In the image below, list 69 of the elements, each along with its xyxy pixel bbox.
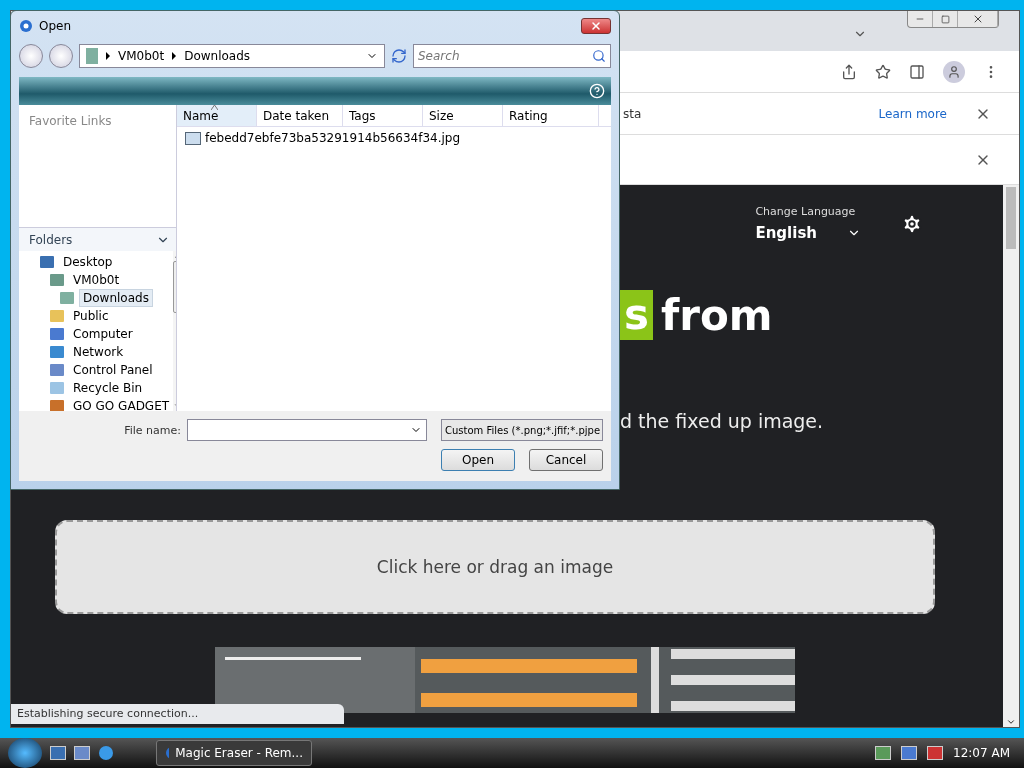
- small-icon: [49, 327, 65, 341]
- folder-tree-item[interactable]: Network: [69, 343, 128, 361]
- folder-tree-item[interactable]: Desktop: [59, 253, 117, 271]
- help-icon[interactable]: [589, 83, 605, 99]
- monitor-icon: [39, 255, 55, 269]
- small-icon: [49, 399, 65, 411]
- small-icon: [49, 345, 65, 359]
- volume-muted-icon[interactable]: [927, 746, 944, 760]
- headline: from: [661, 290, 773, 340]
- folder-tree-item[interactable]: Public: [69, 307, 113, 325]
- bin-icon: [49, 381, 65, 395]
- settings-icon[interactable]: [901, 212, 923, 235]
- cancel-button[interactable]: Cancel: [529, 449, 603, 471]
- back-button[interactable]: [19, 44, 43, 68]
- small-icon: [49, 363, 65, 377]
- file-name-label: File name:: [124, 423, 181, 437]
- close-icon: [590, 20, 602, 32]
- subtitle: d the fixed up image.: [620, 410, 825, 432]
- file-name-field[interactable]: [187, 419, 427, 441]
- status-bubble: Establishing secure connection...: [11, 704, 344, 724]
- small-icon: [49, 273, 65, 287]
- maximize-icon: [940, 14, 950, 24]
- library-icon: [86, 48, 98, 64]
- close-button[interactable]: [581, 18, 611, 34]
- taskbar-button[interactable]: Magic Eraser - Rem...: [156, 740, 312, 766]
- file-name[interactable]: febedd7ebfe73ba53291914b56634f34.jpg: [205, 131, 461, 145]
- side-panel-icon[interactable]: [909, 63, 925, 80]
- learn-more-link[interactable]: Learn more: [878, 106, 947, 121]
- forward-button[interactable]: [49, 44, 73, 68]
- folders-header[interactable]: Folders: [19, 227, 176, 251]
- scrollbar[interactable]: [1003, 185, 1019, 727]
- clock: 12:07 AM: [953, 746, 1010, 760]
- refresh-icon[interactable]: [391, 48, 407, 64]
- column-header[interactable]: Name: [177, 105, 257, 126]
- address-bar[interactable]: VM0b0t Downloads: [79, 44, 385, 68]
- file-type-dropdown[interactable]: Custom Files (*.png;*.jfif;*.pjpe: [441, 419, 603, 441]
- star-icon[interactable]: [875, 63, 891, 80]
- folder-tree-item[interactable]: Downloads: [79, 289, 153, 307]
- breadcrumb[interactable]: VM0b0t: [118, 49, 165, 63]
- switch-windows-icon[interactable]: [74, 746, 90, 760]
- infobar-message: sta: [623, 106, 643, 121]
- search-field[interactable]: Search: [413, 44, 611, 68]
- open-button[interactable]: Open: [441, 449, 515, 471]
- dialog-title: Open: [39, 19, 73, 33]
- breadcrumb[interactable]: Downloads: [184, 49, 251, 63]
- folder-tree-item[interactable]: GO GO GADGET: [69, 397, 174, 411]
- browser-icon[interactable]: [98, 745, 114, 761]
- tray-icon[interactable]: [875, 746, 892, 760]
- folder-tree-item[interactable]: VM0b0t: [69, 271, 124, 289]
- network-icon[interactable]: [901, 746, 918, 760]
- favorite-links-header: Favorite Links: [28, 113, 113, 130]
- scroll-thumb[interactable]: [1006, 187, 1016, 249]
- folder-tree-item[interactable]: Recycle Bin: [69, 379, 147, 397]
- image-file-icon: [185, 131, 201, 145]
- search-icon[interactable]: [592, 49, 606, 63]
- small-icon: [59, 291, 75, 305]
- start-button[interactable]: [8, 738, 42, 768]
- language-select[interactable]: English: [755, 224, 861, 242]
- image-dropzone[interactable]: Click here or drag an image: [55, 520, 935, 614]
- folder-tree-item[interactable]: Computer: [69, 325, 137, 343]
- show-desktop-icon[interactable]: [50, 746, 66, 760]
- profile-icon[interactable]: [943, 60, 965, 83]
- headline-highlight: s: [620, 290, 653, 340]
- sort-caret-icon: [211, 105, 218, 110]
- folder-icon: [49, 309, 65, 323]
- folder-tree-item[interactable]: Control Panel: [69, 361, 157, 379]
- share-icon[interactable]: [841, 63, 857, 80]
- language-label: Change Language: [755, 205, 857, 218]
- scroll-down-icon[interactable]: [1006, 717, 1016, 727]
